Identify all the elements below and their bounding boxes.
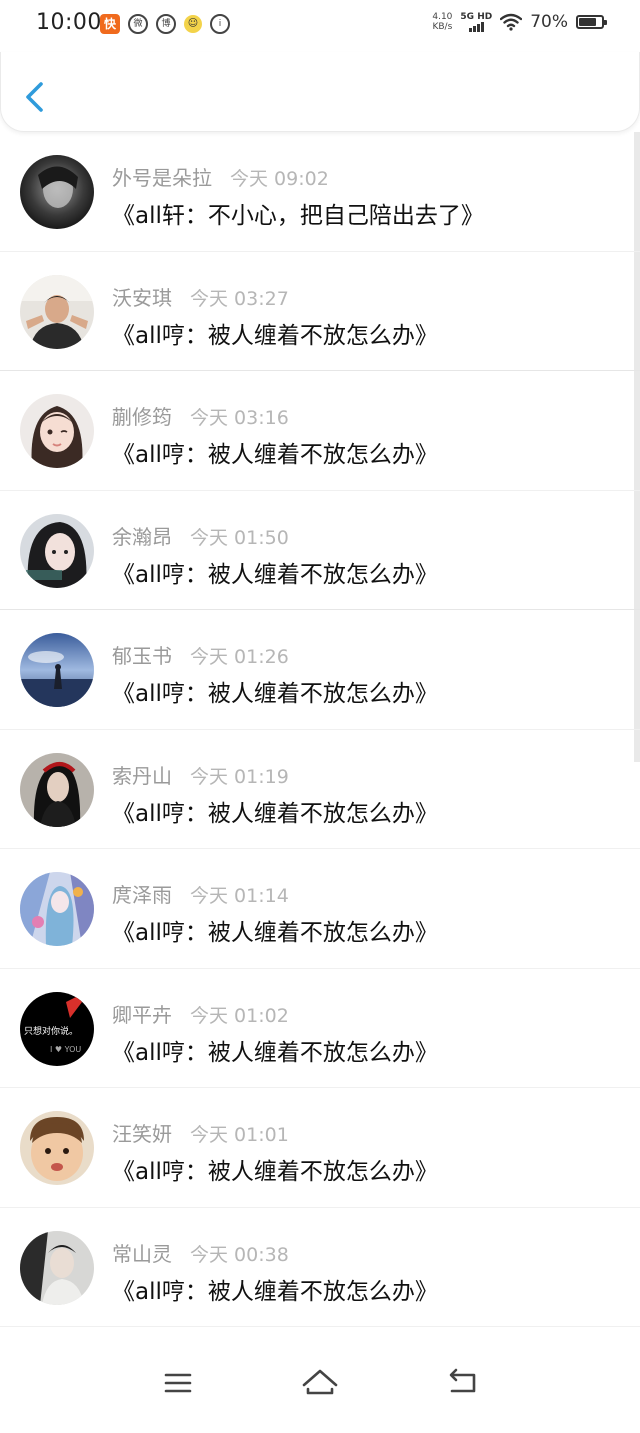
- message-time: 今天 01:26: [190, 646, 289, 668]
- list-item[interactable]: 余瀚昂 今天 01:50 《all哼：被人缠着不放怎么办》: [0, 491, 640, 610]
- name-row: 汪笑妍 今天 01:01: [112, 1118, 289, 1147]
- message-time: 今天 01:02: [190, 1004, 289, 1027]
- message-time: 今天 01:50: [190, 526, 289, 549]
- avatar[interactable]: [20, 155, 94, 229]
- list-item[interactable]: 郁玉书 今天 01:26 《all哼：被人缠着不放怎么办》: [0, 610, 640, 730]
- name-row: 索丹山 今天 01:19: [112, 760, 289, 789]
- name-row: 蒯修筠 今天 03:16: [112, 401, 289, 430]
- battery-percent: 70%: [530, 12, 568, 32]
- message-text: 《all哼：被人缠着不放怎么办》: [112, 442, 438, 468]
- battery-fill: [579, 18, 596, 26]
- sender-name: 沃安琪: [112, 285, 172, 310]
- weibo-app-icon: 微: [128, 14, 148, 34]
- status-bar: 10:00 快 微 博 ☺ i 4.10 KB/s 5G HD 70%: [0, 0, 640, 52]
- list-item[interactable]: 汪笑妍 今天 01:01 《all哼：被人缠着不放怎么办》: [0, 1088, 640, 1208]
- signal-icon: [468, 22, 484, 32]
- chevron-left-icon[interactable]: [19, 78, 53, 116]
- weibo-app-icon-2: 博: [156, 14, 176, 34]
- message-text: 《all哼：被人缠着不放怎么办》: [112, 920, 438, 946]
- avatar[interactable]: [20, 513, 94, 588]
- list-item[interactable]: 只想对你说。 I ♥ YOU 卿平卉 今天 01:02 《all哼：被人缠着不放…: [0, 969, 640, 1088]
- message-time: 今天 01:01: [190, 1124, 289, 1146]
- avatar[interactable]: [20, 274, 94, 349]
- message-text: 《all哼：被人缠着不放怎么办》: [112, 681, 438, 707]
- sender-name: 常山灵: [112, 1241, 172, 1266]
- list-item[interactable]: 庹泽雨 今天 01:14 《all哼：被人缠着不放怎么办》: [0, 849, 640, 969]
- avatar[interactable]: [20, 752, 94, 827]
- list-item[interactable]: 外号是朵拉 今天 09:02 《all轩：不小心，把自己陪出去了》: [0, 132, 640, 252]
- sender-name: 外号是朵拉: [112, 166, 212, 190]
- status-time: 10:00: [36, 10, 102, 35]
- network-type: 5G HD: [460, 12, 492, 32]
- name-row: 余瀚昂 今天 01:50: [112, 521, 289, 550]
- avatar[interactable]: [20, 633, 94, 707]
- network-speed: 4.10 KB/s: [432, 12, 452, 32]
- screen: 10:00 快 微 博 ☺ i 4.10 KB/s 5G HD 70% 外号是朵…: [0, 0, 640, 1433]
- menu-icon[interactable]: [158, 1365, 198, 1401]
- message-time: 今天 01:14: [190, 885, 289, 907]
- sender-name: 蒯修筠: [112, 405, 172, 429]
- name-row: 沃安琪 今天 03:27: [112, 282, 289, 311]
- list-item[interactable]: 蒯修筠 今天 03:16 《all哼：被人缠着不放怎么办》: [0, 371, 640, 491]
- system-navigation-bar: [0, 1343, 640, 1433]
- sender-name: 郁玉书: [112, 644, 172, 668]
- name-row: 外号是朵拉 今天 09:02: [112, 162, 329, 191]
- message-text: 《all哼：被人缠着不放怎么办》: [112, 1039, 438, 1066]
- message-text: 《all哼：被人缠着不放怎么办》: [112, 800, 438, 827]
- notification-icons: 快 微 博 ☺ i: [100, 14, 230, 34]
- message-time: 今天 00:38: [190, 1243, 289, 1266]
- pen-avatar-subcaption: I ♥ YOU: [50, 1045, 81, 1054]
- message-time: 今天 03:16: [190, 407, 289, 429]
- message-time: 今天 01:19: [190, 765, 289, 788]
- list-item[interactable]: 常山灵 今天 00:38 《all哼：被人缠着不放怎么办》: [0, 1208, 640, 1327]
- sender-name: 余瀚昂: [112, 524, 172, 549]
- wifi-icon: [500, 13, 523, 31]
- message-text: 《all哼：被人缠着不放怎么办》: [112, 561, 438, 588]
- ifly-app-icon: i: [210, 14, 230, 34]
- sender-name: 汪笑妍: [112, 1122, 172, 1146]
- mascot-app-icon: ☺: [184, 15, 202, 33]
- sender-name: 索丹山: [112, 763, 172, 788]
- name-row: 常山灵 今天 00:38: [112, 1238, 289, 1267]
- name-row: 卿平卉 今天 01:02: [112, 999, 289, 1028]
- sender-name: 卿平卉: [112, 1002, 172, 1027]
- message-text: 《all轩：不小心，把自己陪出去了》: [112, 203, 484, 229]
- message-time: 今天 09:02: [230, 168, 329, 190]
- list-item[interactable]: 索丹山 今天 01:19 《all哼：被人缠着不放怎么办》: [0, 730, 640, 849]
- pen-avatar-caption: 只想对你说。: [24, 1025, 78, 1037]
- network-speed-unit: KB/s: [432, 22, 453, 32]
- message-list: 外号是朵拉 今天 09:02 《all轩：不小心，把自己陪出去了》 沃安琪 今天…: [0, 132, 640, 1327]
- avatar[interactable]: 只想对你说。 I ♥ YOU: [20, 991, 94, 1066]
- sender-name: 庹泽雨: [112, 883, 172, 907]
- header-bar: [0, 52, 640, 132]
- avatar[interactable]: [20, 394, 94, 468]
- home-icon[interactable]: [300, 1365, 340, 1401]
- status-indicators: 4.10 KB/s 5G HD 70%: [432, 12, 607, 32]
- message-time: 今天 03:27: [190, 287, 289, 310]
- list-item[interactable]: 沃安琪 今天 03:27 《all哼：被人缠着不放怎么办》: [0, 252, 640, 371]
- network-type-label: 5G HD: [460, 12, 493, 22]
- avatar[interactable]: [20, 1111, 94, 1185]
- message-text: 《all哼：被人缠着不放怎么办》: [112, 322, 438, 349]
- avatar[interactable]: [20, 1230, 94, 1305]
- name-row: 郁玉书 今天 01:26: [112, 640, 289, 669]
- message-text: 《all哼：被人缠着不放怎么办》: [112, 1159, 438, 1185]
- network-speed-value: 4.10: [432, 12, 453, 22]
- message-text: 《all哼：被人缠着不放怎么办》: [112, 1278, 438, 1305]
- back-icon[interactable]: [442, 1365, 482, 1401]
- kuaishou-app-icon: 快: [100, 14, 120, 34]
- name-row: 庹泽雨 今天 01:14: [112, 879, 289, 908]
- battery-icon: [576, 15, 607, 29]
- avatar[interactable]: [20, 872, 94, 946]
